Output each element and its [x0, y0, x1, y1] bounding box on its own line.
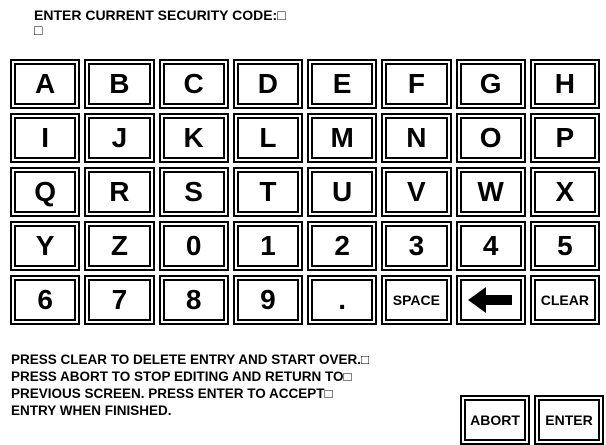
key-7[interactable]: 7 — [84, 275, 155, 325]
enter-button[interactable]: ENTER — [534, 395, 604, 445]
key-n[interactable]: N — [381, 113, 452, 163]
key-j[interactable]: J — [84, 113, 155, 163]
backspace-key[interactable] — [455, 275, 526, 325]
key-v[interactable]: V — [381, 167, 452, 217]
key-clear[interactable]: CLEAR — [529, 275, 600, 325]
backspace-arrow-icon — [467, 287, 512, 313]
key-0[interactable]: 0 — [158, 221, 229, 271]
key-w[interactable]: W — [455, 167, 526, 217]
security-code-prompt: ENTER CURRENT SECURITY CODE:□ □ — [34, 8, 286, 38]
key-t[interactable]: T — [232, 167, 303, 217]
help-line: PRESS ABORT TO STOP EDITING AND RETURN T… — [11, 369, 352, 384]
key-a[interactable]: A — [10, 59, 81, 109]
key-f[interactable]: F — [381, 59, 452, 109]
key-r[interactable]: R — [84, 167, 155, 217]
key-g[interactable]: G — [455, 59, 526, 109]
key-h[interactable]: H — [529, 59, 600, 109]
key-m[interactable]: M — [307, 113, 378, 163]
key-8[interactable]: 8 — [158, 275, 229, 325]
key-space[interactable]: SPACE — [381, 275, 452, 325]
prompt-title: ENTER CURRENT SECURITY CODE:□ — [34, 7, 286, 23]
key-9[interactable]: 9 — [232, 275, 303, 325]
code-entry-field: □ — [34, 22, 43, 38]
help-text: PRESS CLEAR TO DELETE ENTRY AND START OV… — [11, 351, 369, 419]
help-line: ENTRY WHEN FINISHED. — [11, 403, 172, 418]
key-4[interactable]: 4 — [455, 221, 526, 271]
key-o[interactable]: O — [455, 113, 526, 163]
key-e[interactable]: E — [307, 59, 378, 109]
key-z[interactable]: Z — [84, 221, 155, 271]
key-u[interactable]: U — [307, 167, 378, 217]
key-i[interactable]: I — [10, 113, 81, 163]
key-2[interactable]: 2 — [307, 221, 378, 271]
key-k[interactable]: K — [158, 113, 229, 163]
help-line: PREVIOUS SCREEN. PRESS ENTER TO ACCEPT□ — [11, 386, 333, 401]
key-6[interactable]: 6 — [10, 275, 81, 325]
key-3[interactable]: 3 — [381, 221, 452, 271]
key-d[interactable]: D — [232, 59, 303, 109]
key-q[interactable]: Q — [10, 167, 81, 217]
key-s[interactable]: S — [158, 167, 229, 217]
key-b[interactable]: B — [84, 59, 155, 109]
help-line: PRESS CLEAR TO DELETE ENTRY AND START OV… — [11, 352, 370, 367]
key-y[interactable]: Y — [10, 221, 81, 271]
abort-button[interactable]: ABORT — [460, 395, 530, 445]
key-1[interactable]: 1 — [232, 221, 303, 271]
key-p[interactable]: P — [529, 113, 600, 163]
key-c[interactable]: C — [158, 59, 229, 109]
keypad: A B C D E F G H I J K L M N O P Q R S T U V W X Y Z 0 1 2 3 4 5 6 7 8 9. SPA… — [10, 59, 600, 325]
key-x[interactable]: X — [529, 167, 600, 217]
key-l[interactable]: L — [232, 113, 303, 163]
key-5[interactable]: 5 — [529, 221, 600, 271]
key-period[interactable]: . — [307, 275, 378, 325]
